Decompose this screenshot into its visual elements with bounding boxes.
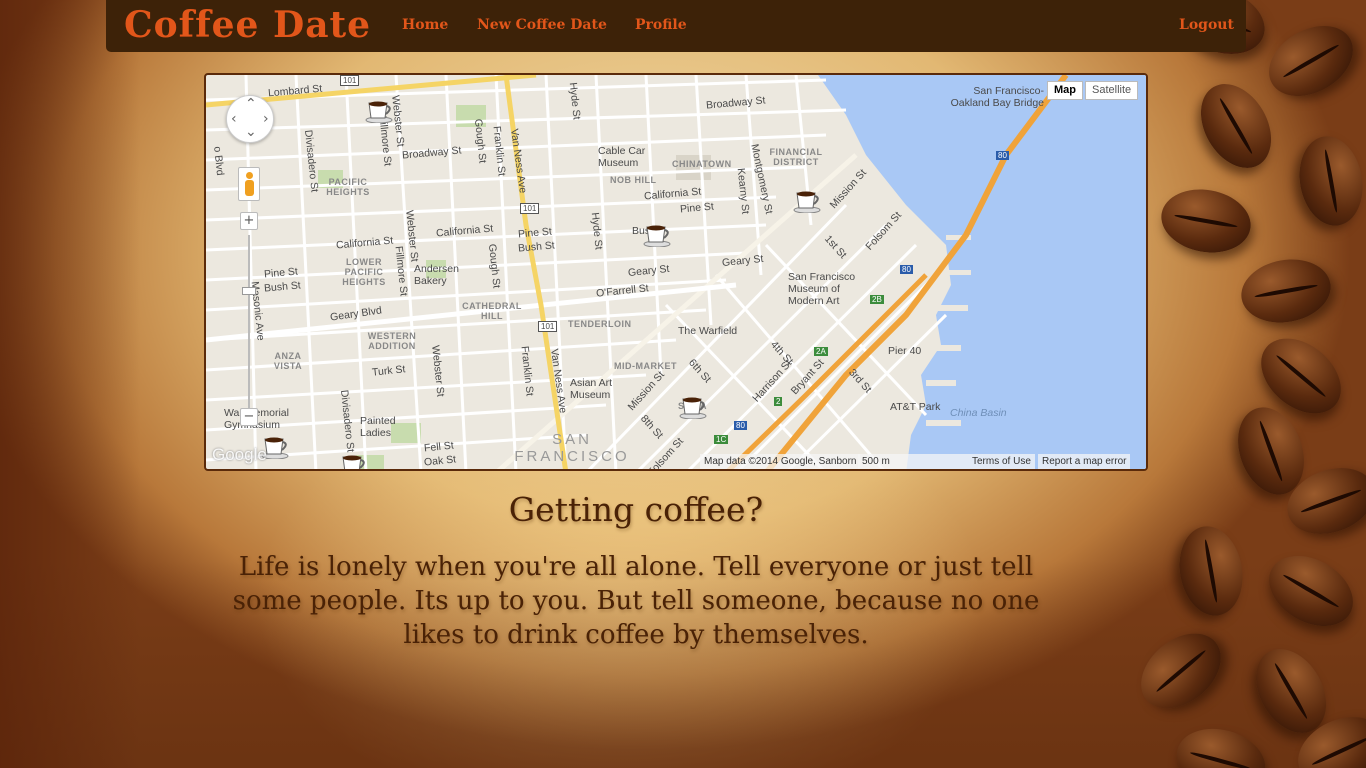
map-poi-label: Andersen Bakery bbox=[414, 263, 459, 287]
map-poi-label: War Memorial Gymnasium bbox=[224, 407, 289, 431]
map-neighborhood-label: FINANCIAL DISTRICT bbox=[769, 147, 823, 167]
pan-up-icon[interactable]: ⌃ bbox=[245, 96, 257, 112]
map-neighborhood-label: NOB HILL bbox=[610, 175, 657, 185]
coffee-bean bbox=[1169, 719, 1273, 768]
logout-link[interactable]: Logout bbox=[1179, 17, 1234, 33]
coffee-bean bbox=[1292, 131, 1366, 231]
zoom-out-button[interactable]: − bbox=[240, 408, 258, 426]
route-shield: 101 bbox=[520, 203, 540, 214]
coffee-bean bbox=[1256, 541, 1366, 641]
map-scale: 500 m bbox=[858, 454, 968, 469]
map-neighborhood-label: PACIFIC HEIGHTS bbox=[326, 177, 370, 197]
map-poi-label: San Francisco Museum of Modern Art bbox=[788, 271, 856, 307]
route-shield: 80 bbox=[996, 151, 1009, 160]
terms-of-use-link[interactable]: Terms of Use bbox=[968, 454, 1035, 469]
page-tagline: Life is lonely when you're all alone. Te… bbox=[232, 552, 1040, 650]
map-poi-label: Painted Ladies bbox=[360, 415, 396, 439]
map-poi-label: Pier 40 bbox=[888, 345, 922, 357]
coffee-cup-marker-icon[interactable] bbox=[364, 97, 394, 123]
coffee-bean bbox=[1136, 618, 1236, 724]
route-shield: 1C bbox=[714, 435, 729, 444]
map-poi-label: San Francisco-Oakland Bay Bridge bbox=[950, 85, 1044, 109]
map-type-map-button[interactable]: Map bbox=[1047, 81, 1083, 100]
street-view-pegman-icon[interactable] bbox=[238, 167, 260, 201]
map-type-satellite-button[interactable]: Satellite bbox=[1085, 81, 1139, 100]
coffee-bean bbox=[1256, 11, 1366, 111]
map-neighborhood-label: CHINATOWN bbox=[672, 159, 732, 169]
map-water-label: China Basin bbox=[950, 407, 1007, 419]
map-neighborhood-label: TENDERLOIN bbox=[568, 319, 632, 329]
route-shield: 101 bbox=[538, 321, 558, 332]
map-neighborhood-label: CATHEDRAL HILL bbox=[462, 301, 522, 321]
top-navbar: Coffee Date Home New Coffee Date Profile… bbox=[106, 0, 1246, 52]
nav-profile[interactable]: Profile bbox=[635, 17, 687, 33]
google-logo: Google bbox=[212, 445, 267, 464]
coffee-bean bbox=[1186, 71, 1286, 181]
pan-control[interactable]: ⌃ ‹ › ⌄ bbox=[226, 95, 274, 143]
map-city-label: SAN FRANCISCO bbox=[514, 431, 630, 465]
nav-home[interactable]: Home bbox=[402, 17, 448, 33]
map-neighborhood-label: MID-MARKET bbox=[614, 361, 677, 371]
nav-new-coffee-date[interactable]: New Coffee Date bbox=[477, 17, 607, 33]
pan-down-icon[interactable]: ⌄ bbox=[245, 124, 257, 140]
map-poi-label: The Warfield bbox=[678, 325, 738, 337]
zoom-slider-track[interactable] bbox=[248, 235, 250, 411]
map-scale-label: 500 m bbox=[862, 456, 890, 467]
coffee-cup-marker-icon[interactable] bbox=[338, 451, 368, 471]
pan-right-icon[interactable]: › bbox=[263, 111, 269, 127]
brand-logo[interactable]: Coffee Date bbox=[124, 4, 371, 46]
page-headline: Getting coffee? bbox=[508, 490, 764, 529]
map-neighborhood-label: WESTERN ADDITION bbox=[367, 331, 417, 351]
zoom-in-button[interactable]: + bbox=[240, 212, 258, 230]
map-neighborhood-label: ANZA VISTA bbox=[273, 351, 303, 371]
coffee-bean bbox=[1172, 521, 1250, 621]
map-neighborhood-label: LOWER PACIFIC HEIGHTS bbox=[342, 257, 386, 287]
route-shield: 2 bbox=[774, 397, 783, 406]
route-shield: 2B bbox=[870, 295, 884, 304]
coffee-map[interactable]: Lombard St Broadway St Broadway St Calif… bbox=[204, 73, 1148, 471]
map-attribution: Map data ©2014 Google, Sanborn bbox=[700, 454, 861, 469]
map-poi-label: AT&T Park bbox=[890, 401, 941, 413]
coffee-cup-marker-icon[interactable] bbox=[642, 221, 672, 247]
coffee-bean bbox=[1236, 252, 1336, 330]
coffee-beans-decoration bbox=[1136, 0, 1366, 768]
route-shield: 2A bbox=[814, 347, 828, 356]
report-map-error-link[interactable]: Report a map error bbox=[1038, 454, 1131, 469]
map-poi-label: Asian Art Museum bbox=[570, 377, 613, 401]
zoom-slider-handle[interactable] bbox=[242, 287, 256, 295]
coffee-cup-marker-icon[interactable] bbox=[792, 187, 822, 213]
route-shield: 80 bbox=[900, 265, 913, 274]
coffee-cup-marker-icon[interactable] bbox=[678, 393, 708, 419]
route-shield: 101 bbox=[340, 75, 360, 86]
pan-left-icon[interactable]: ‹ bbox=[231, 111, 237, 127]
route-shield: 80 bbox=[734, 421, 747, 430]
coffee-bean bbox=[1156, 182, 1256, 260]
map-poi-label: Cable Car Museum bbox=[598, 145, 646, 169]
